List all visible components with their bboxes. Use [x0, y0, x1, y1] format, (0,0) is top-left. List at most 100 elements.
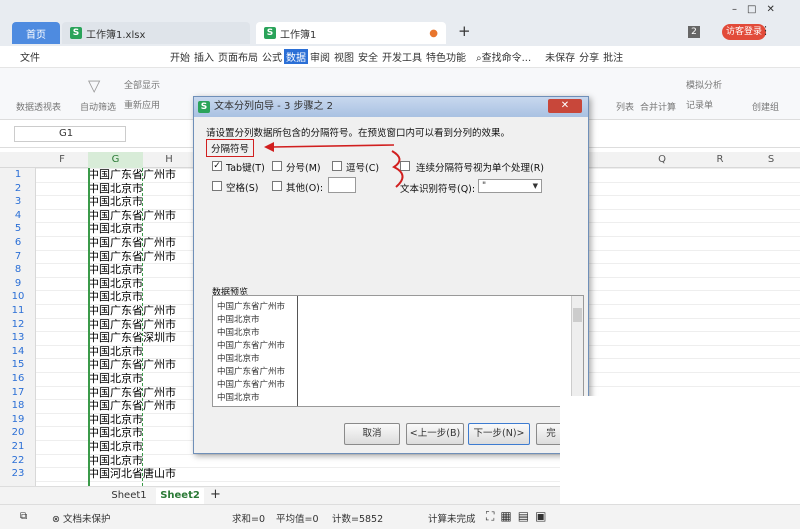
cancel-button[interactable]: 取消: [344, 423, 400, 445]
row-number[interactable]: 16: [0, 372, 36, 386]
red-annotation: [264, 142, 404, 188]
row-number[interactable]: 1: [0, 168, 36, 182]
tab-file1[interactable]: S 工作簿1.xlsx: [62, 22, 250, 44]
ribbon-what-if[interactable]: 模拟分析: [686, 78, 722, 91]
count-stat: 计数=5852: [332, 514, 384, 525]
row-number[interactable]: 18: [0, 399, 36, 413]
column-g[interactable]: G: [88, 152, 143, 168]
occlusion-area: [560, 396, 800, 504]
column-f[interactable]: F: [36, 152, 88, 168]
tab-checkbox[interactable]: ✓: [212, 161, 222, 171]
share-button[interactable]: 分享: [577, 49, 601, 64]
menu-item-review[interactable]: 审阅: [308, 49, 332, 64]
tab-home[interactable]: 首页: [12, 22, 60, 44]
comment-button[interactable]: 批注: [601, 49, 625, 64]
row-number[interactable]: 5: [0, 222, 36, 236]
data-preview[interactable]: 中国广东省广州市 中国北京市 中国北京市 中国广东省广州市 中国北京市 中国广东省广州市中…: [212, 295, 584, 407]
tab-file2[interactable]: S 工作簿1 ●: [256, 22, 446, 44]
menu-item-features[interactable]: 特色功能: [424, 49, 468, 64]
row-number[interactable]: 20: [0, 426, 36, 440]
avg-stat: 平均值=0: [276, 514, 319, 525]
row-number[interactable]: 14: [0, 345, 36, 359]
tab-file1-label: 工作簿1.xlsx: [86, 29, 146, 41]
row-number[interactable]: 23: [0, 467, 36, 481]
menu-item-formula[interactable]: 公式: [260, 49, 284, 64]
annotation-arrowhead: [264, 142, 274, 152]
row-number[interactable]: 22: [0, 454, 36, 468]
unsaved-status[interactable]: 未保存: [543, 49, 577, 64]
tab-file2-label: 工作簿1: [280, 29, 317, 41]
qualifier-select[interactable]: " ▼: [478, 179, 542, 193]
space-checkbox[interactable]: [212, 181, 222, 191]
preview-scrollbar[interactable]: [571, 296, 583, 406]
sum-stat: 求和=0: [232, 514, 266, 525]
row-number[interactable]: 10: [0, 290, 36, 304]
back-button[interactable]: <上一步(B): [406, 423, 464, 445]
row-number[interactable]: 21: [0, 440, 36, 454]
wps-sheet-icon: S: [198, 101, 210, 113]
menu-item-view[interactable]: 视图: [332, 49, 356, 64]
row-number[interactable]: 17: [0, 386, 36, 400]
column-r[interactable]: R: [692, 152, 748, 168]
ribbon-reapply[interactable]: 重新应用: [124, 98, 160, 111]
row-number[interactable]: 3: [0, 195, 36, 209]
row-number[interactable]: 19: [0, 413, 36, 427]
protect-status[interactable]: ⊗ 文档未保护: [52, 511, 111, 525]
name-box[interactable]: G1: [14, 126, 126, 142]
row-number[interactable]: 2: [0, 182, 36, 196]
column-s[interactable]: S: [748, 152, 794, 168]
qualifier-value: ": [482, 181, 487, 191]
menu-item-layout[interactable]: 页面布局: [216, 49, 260, 64]
window-controls[interactable]: –□✕: [732, 4, 785, 15]
search-command-label: 查找命令...: [481, 53, 532, 64]
ribbon-list[interactable]: 列表: [616, 100, 634, 113]
pages-icon: ⧉: [20, 511, 28, 522]
sheet-tab-1[interactable]: Sheet1: [106, 488, 152, 504]
filter-icon: ▽: [88, 76, 101, 95]
menu-item-start[interactable]: 开始: [168, 49, 192, 64]
wps-sheet-icon: S: [70, 27, 82, 39]
row-number[interactable]: 8: [0, 263, 36, 277]
ribbon-pivot[interactable]: 数据透视表: [16, 100, 61, 113]
preview-row: 中国北京市: [217, 328, 260, 338]
row-number[interactable]: 4: [0, 209, 36, 223]
menu-item-security[interactable]: 安全: [356, 49, 380, 64]
unsaved-dot-icon: ●: [429, 27, 438, 39]
ribbon-autofilter[interactable]: 自动筛选: [80, 100, 116, 113]
next-button[interactable]: 下一步(N)>: [468, 423, 530, 445]
more-icon[interactable]: ⋮: [760, 24, 771, 37]
view-mode-icons[interactable]: ⛶▦▤▣: [486, 509, 552, 524]
row-number[interactable]: 11: [0, 304, 36, 318]
sheet-tab-2[interactable]: Sheet2: [156, 488, 204, 504]
menu-item-insert[interactable]: 插入: [192, 49, 216, 64]
text-to-columns-dialog: S 文本分列向导 - 3 步骤之 2 ✕ 请设置分列数据所包含的分隔符号。在预览…: [193, 96, 589, 454]
row-number[interactable]: 7: [0, 250, 36, 264]
preview-column-divider: [297, 296, 298, 406]
preview-row: 中国广东省广州市: [217, 341, 286, 351]
annotation-brace: [391, 150, 404, 188]
column-h[interactable]: H: [143, 152, 195, 168]
ribbon-group[interactable]: 创建组: [752, 100, 779, 113]
ribbon-consolidate[interactable]: 合并计算: [640, 100, 676, 113]
ribbon-show-all[interactable]: 全部显示: [124, 78, 160, 91]
preview-row: 中国广东省广州市: [217, 367, 286, 377]
row-number[interactable]: 15: [0, 358, 36, 372]
add-sheet-button[interactable]: +: [210, 487, 221, 502]
search-command[interactable]: ⌕查找命令...: [474, 49, 533, 64]
title-bar: 首页 S 工作簿1.xlsx S 工作簿1 ● + 2 访客登录 ⋮ –□✕: [0, 0, 800, 46]
column-q[interactable]: Q: [632, 152, 692, 168]
delimiter-section-label: 分隔符号: [206, 139, 255, 157]
row-number[interactable]: 6: [0, 236, 36, 250]
preview-row: 中国北京市: [217, 315, 260, 325]
preview-scroll-thumb[interactable]: [573, 308, 582, 322]
ribbon-form[interactable]: 记录单: [686, 98, 713, 111]
row-number[interactable]: 12: [0, 318, 36, 332]
menu-item-data[interactable]: 数据: [284, 49, 308, 64]
dialog-close-button[interactable]: ✕: [548, 99, 582, 113]
menu-item-developer[interactable]: 开发工具: [380, 49, 424, 64]
calc-status: 计算未完成: [428, 514, 476, 525]
row-number[interactable]: 13: [0, 331, 36, 345]
menu-file[interactable]: 文件: [18, 49, 42, 64]
row-number[interactable]: 9: [0, 277, 36, 291]
new-tab-button[interactable]: +: [458, 22, 471, 40]
